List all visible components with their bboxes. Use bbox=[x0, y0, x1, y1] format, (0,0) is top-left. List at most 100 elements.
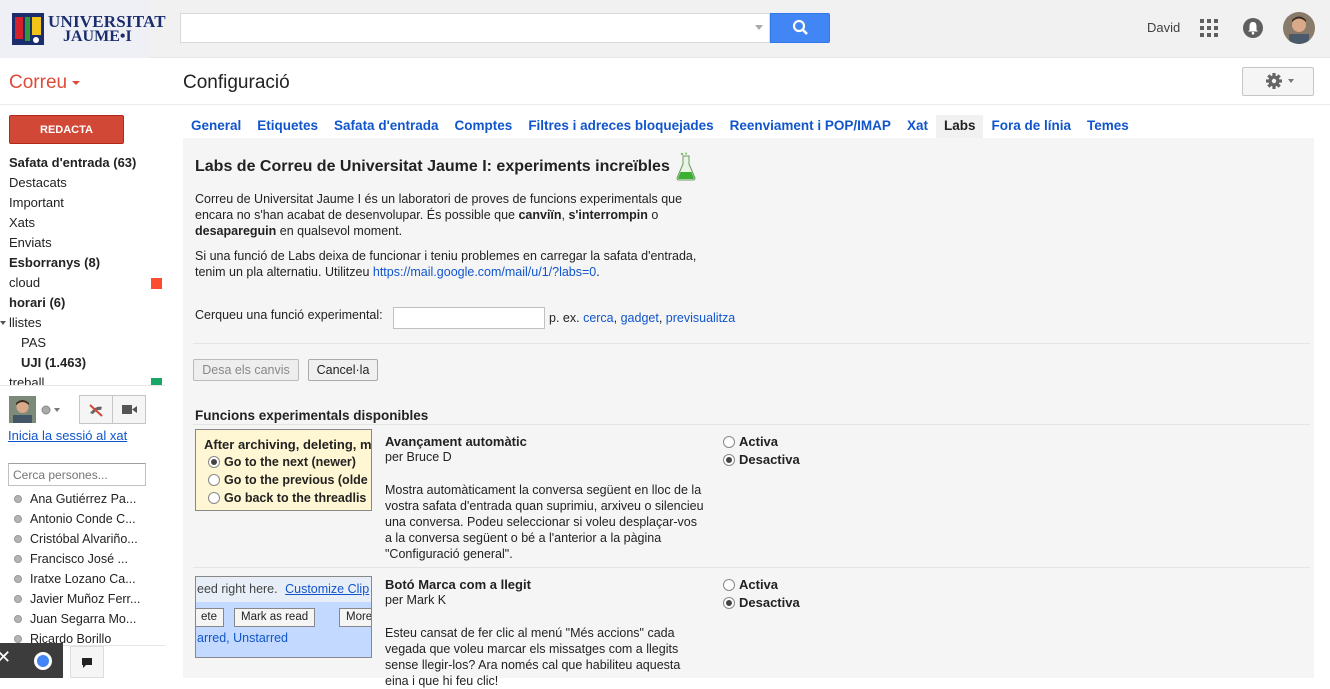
enable-label: Activa bbox=[739, 434, 779, 449]
search-button[interactable] bbox=[770, 13, 830, 43]
settings-button[interactable] bbox=[1242, 67, 1314, 96]
labs-disabled-link[interactable]: https://mail.google.com/mail/u/1/?labs=0 bbox=[373, 265, 596, 279]
chat-contact-name: Antonio Conde C... bbox=[30, 512, 136, 526]
sidebar-label-text: PAS bbox=[21, 335, 47, 350]
chat-sign-in-link[interactable]: Inicia la sessió al xat bbox=[8, 428, 128, 444]
hangouts-button[interactable] bbox=[70, 646, 104, 678]
mail-search-input[interactable] bbox=[181, 14, 741, 42]
hint-prefix: p. ex. bbox=[549, 311, 580, 325]
sidebar-label[interactable]: Xats bbox=[0, 213, 165, 233]
thumb-option: Go back to the threadlis bbox=[208, 491, 366, 505]
radio-enable-icon[interactable] bbox=[723, 579, 735, 591]
user-name[interactable]: David bbox=[1147, 20, 1180, 35]
account-avatar[interactable] bbox=[1283, 12, 1315, 44]
sidebar-divider bbox=[0, 385, 165, 386]
disable-option[interactable]: Desactiva bbox=[723, 451, 800, 469]
experiment-name: Botó Marca com a llegit bbox=[385, 577, 531, 592]
sidebar-label[interactable]: Destacats bbox=[0, 173, 165, 193]
sidebar-label-text: UJI (1.463) bbox=[21, 355, 87, 370]
expand-triangle-icon[interactable] bbox=[0, 321, 6, 325]
tab-comptes[interactable]: Comptes bbox=[447, 115, 521, 138]
sidebar-label-text: horari (6) bbox=[9, 295, 66, 310]
cancel-button[interactable]: Cancel·la bbox=[308, 359, 378, 381]
people-search-field[interactable] bbox=[8, 463, 146, 486]
chat-contact[interactable]: Juan Segarra Mo... bbox=[0, 609, 145, 629]
labs-search-input[interactable] bbox=[393, 307, 545, 329]
search-icon bbox=[792, 19, 808, 35]
disable-option[interactable]: Desactiva bbox=[723, 594, 800, 612]
sidebar-label[interactable]: PAS bbox=[0, 333, 165, 353]
chat-contact[interactable]: Cristóbal Alvariño... bbox=[0, 529, 145, 549]
app-switcher-label: Correu bbox=[9, 72, 68, 93]
compose-button[interactable]: REDACTA bbox=[9, 115, 124, 144]
radio-disable-icon[interactable] bbox=[723, 454, 735, 466]
experiment-description: Mostra automàticament la conversa següen… bbox=[385, 483, 704, 561]
tab-reenviament-i-pop-imap[interactable]: Reenviament i POP/IMAP bbox=[722, 115, 899, 138]
hint-link-gadget[interactable]: gadget bbox=[621, 311, 659, 325]
presence-dot-icon bbox=[14, 615, 22, 623]
sidebar-label[interactable]: cloud bbox=[0, 273, 165, 293]
hint-link-preview[interactable]: previsualitza bbox=[666, 311, 735, 325]
radio-icon bbox=[208, 492, 220, 504]
chat-contact[interactable]: Javier Muñoz Ferr... bbox=[0, 589, 145, 609]
chat-contact[interactable]: Ana Gutiérrez Pa... bbox=[0, 489, 145, 509]
sidebar-label[interactable]: Esborranys (8) bbox=[0, 253, 165, 273]
tab-general[interactable]: General bbox=[183, 115, 249, 138]
sidebar-label[interactable]: treball bbox=[0, 373, 165, 385]
browser-icon[interactable] bbox=[34, 652, 52, 670]
video-call-button[interactable] bbox=[112, 395, 146, 424]
tab-xat[interactable]: Xat bbox=[899, 115, 936, 138]
logo-mark-icon bbox=[12, 13, 44, 45]
thumb-heading: After archiving, deleting, m bbox=[204, 437, 372, 452]
tab-filtres-i-adreces-bloquejades[interactable]: Filtres i adreces bloquejades bbox=[520, 115, 721, 138]
gear-icon bbox=[1266, 73, 1294, 89]
sidebar-label[interactable]: Safata d'entrada (63) bbox=[0, 153, 165, 173]
call-button[interactable] bbox=[79, 395, 113, 424]
sidebar-label-text: Destacats bbox=[9, 175, 67, 190]
search-options-caret-icon[interactable] bbox=[755, 25, 763, 30]
notifications-bell-icon[interactable] bbox=[1243, 18, 1263, 38]
save-changes-button[interactable]: Desa els canvis bbox=[193, 359, 299, 381]
radio-enable-icon[interactable] bbox=[723, 436, 735, 448]
chat-avatar[interactable] bbox=[9, 396, 36, 423]
apps-grid-icon[interactable] bbox=[1200, 19, 1218, 37]
tab-temes[interactable]: Temes bbox=[1079, 115, 1137, 138]
presence-dot-icon bbox=[14, 635, 22, 643]
tab-etiquetes[interactable]: Etiquetes bbox=[249, 115, 326, 138]
chat-contact[interactable]: Iratxe Lozano Ca... bbox=[0, 569, 145, 589]
label-color-swatch[interactable] bbox=[151, 378, 162, 385]
hint-link-search[interactable]: cerca bbox=[583, 311, 614, 325]
top-bar: UNIVERSITAT JAUME•I David bbox=[0, 0, 1330, 58]
university-logo[interactable]: UNIVERSITAT JAUME•I bbox=[0, 0, 166, 58]
chat-status-selector[interactable] bbox=[40, 404, 64, 416]
chat-bubble-icon bbox=[82, 658, 92, 668]
people-search-input[interactable] bbox=[9, 464, 145, 485]
app-switcher[interactable]: Correu bbox=[9, 72, 81, 94]
sidebar-label[interactable]: horari (6) bbox=[0, 293, 165, 313]
enable-option[interactable]: Activa bbox=[723, 433, 778, 451]
bell-icon bbox=[1248, 22, 1258, 35]
sidebar-label[interactable]: llistes bbox=[0, 313, 165, 333]
thumb-strip: eed right here. Customize Clip bbox=[196, 577, 371, 602]
sidebar-label[interactable]: UJI (1.463) bbox=[0, 353, 165, 373]
tab-fora-de-l-nia[interactable]: Fora de línia bbox=[983, 115, 1079, 138]
presence-dot-icon bbox=[14, 595, 22, 603]
close-icon[interactable]: ✕ bbox=[0, 647, 11, 668]
chat-contact-name: Ana Gutiérrez Pa... bbox=[30, 492, 137, 506]
sidebar-label[interactable]: Enviats bbox=[0, 233, 165, 253]
sidebar-label[interactable]: Important bbox=[0, 193, 165, 213]
radio-disable-icon[interactable] bbox=[723, 597, 735, 609]
sidebar-label-text: Enviats bbox=[9, 235, 52, 250]
settings-tabs: General Etiquetes Safata d'entrada Comptes F… bbox=[183, 115, 1137, 138]
user-photo-icon bbox=[9, 396, 36, 423]
presence-dot-icon bbox=[14, 495, 22, 503]
sidebar-label-text: Esborranys (8) bbox=[9, 255, 101, 270]
intro-bold-stop: s'interrompin bbox=[568, 208, 648, 222]
enable-option[interactable]: Activa bbox=[723, 576, 778, 594]
chat-contact[interactable]: Antonio Conde C... bbox=[0, 509, 145, 529]
tab-labs[interactable]: Labs bbox=[935, 115, 984, 138]
mail-search-box[interactable] bbox=[180, 13, 770, 43]
chat-contact[interactable]: Francisco José ... bbox=[0, 549, 145, 569]
tab-safata-d-entrada[interactable]: Safata d'entrada bbox=[326, 115, 447, 138]
label-color-swatch[interactable] bbox=[151, 278, 162, 289]
